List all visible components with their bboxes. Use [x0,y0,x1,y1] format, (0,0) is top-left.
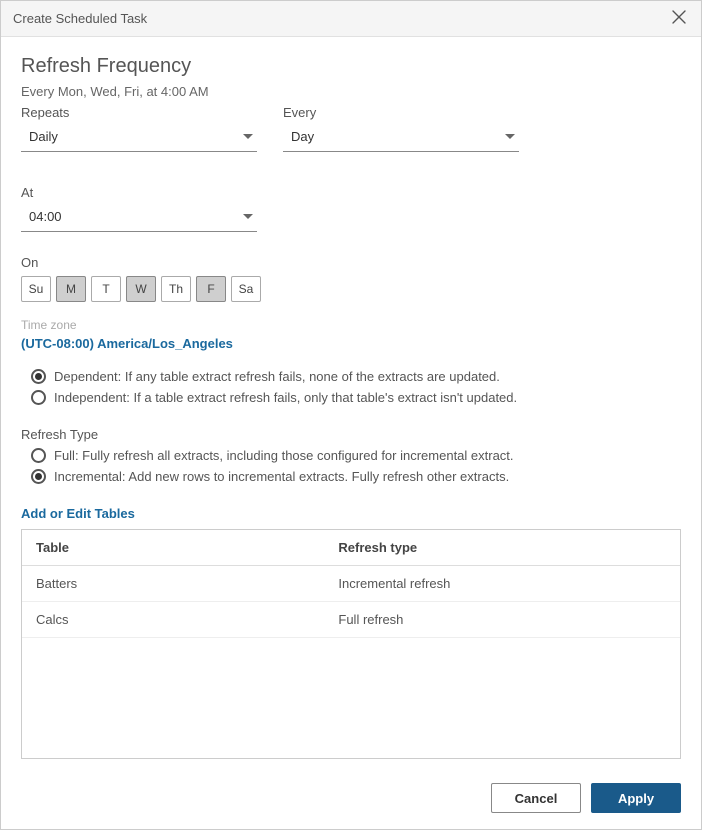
tables-list: Table Refresh type BattersIncremental re… [21,529,681,759]
day-toggle-su[interactable]: Su [21,276,51,302]
close-icon[interactable] [669,8,689,29]
add-or-edit-tables-link[interactable]: Add or Edit Tables [21,506,681,521]
schedule-summary: Every Mon, Wed, Fri, at 4:00 AM [21,84,681,99]
dependency-radio-group: Dependent: If any table extract refresh … [31,369,681,411]
day-toggle-th[interactable]: Th [161,276,191,302]
refresh-type-radio-1[interactable]: Incremental: Add new rows to incremental… [31,469,681,484]
dialog-body: Refresh Frequency Every Mon, Wed, Fri, a… [1,37,701,771]
every-select[interactable]: Day [283,122,519,152]
radio-icon [31,469,46,484]
dependency-radio-1[interactable]: Independent: If a table extract refresh … [31,390,681,405]
chevron-down-icon [243,134,253,139]
day-toggle-w[interactable]: W [126,276,156,302]
radio-icon [31,448,46,463]
day-toggle-sa[interactable]: Sa [231,276,261,302]
chevron-down-icon [243,214,253,219]
dependency-radio-0[interactable]: Dependent: If any table extract refresh … [31,369,681,384]
repeats-label: Repeats [21,105,257,120]
table-cell-refresh-type: Full refresh [338,612,666,627]
day-toggle-f[interactable]: F [196,276,226,302]
on-label: On [21,255,681,270]
table-cell-name: Calcs [36,612,338,627]
dialog-titlebar: Create Scheduled Task [1,1,701,37]
timezone-link[interactable]: (UTC-08:00) America/Los_Angeles [21,336,681,351]
every-field: Every Day [283,105,519,152]
radio-label: Independent: If a table extract refresh … [54,390,517,405]
table-row[interactable]: CalcsFull refresh [22,602,680,638]
apply-button[interactable]: Apply [591,783,681,813]
table-header-table: Table [36,540,338,555]
every-label: Every [283,105,519,120]
cancel-button[interactable]: Cancel [491,783,581,813]
every-value: Day [291,129,314,144]
table-header-row: Table Refresh type [22,530,680,566]
create-scheduled-task-dialog: Create Scheduled Task Refresh Frequency … [0,0,702,830]
table-header-refresh-type: Refresh type [338,540,666,555]
repeats-select[interactable]: Daily [21,122,257,152]
radio-label: Full: Fully refresh all extracts, includ… [54,448,514,463]
refresh-type-radio-group: Full: Fully refresh all extracts, includ… [31,448,681,490]
day-toggle-m[interactable]: M [56,276,86,302]
at-select[interactable]: 04:00 [21,202,257,232]
repeats-value: Daily [29,129,58,144]
at-value: 04:00 [29,209,62,224]
repeats-field: Repeats Daily [21,105,257,152]
table-row[interactable]: BattersIncremental refresh [22,566,680,602]
day-toggle-t[interactable]: T [91,276,121,302]
radio-icon [31,369,46,384]
days-of-week-group: SuMTWThFSa [21,276,681,302]
radio-label: Dependent: If any table extract refresh … [54,369,500,384]
dialog-title: Create Scheduled Task [13,11,147,26]
table-cell-refresh-type: Incremental refresh [338,576,666,591]
refresh-type-radio-0[interactable]: Full: Fully refresh all extracts, includ… [31,448,681,463]
chevron-down-icon [505,134,515,139]
dialog-footer: Cancel Apply [1,771,701,829]
at-label: At [21,185,257,200]
radio-icon [31,390,46,405]
timezone-label: Time zone [21,318,681,332]
table-cell-name: Batters [36,576,338,591]
heading-refresh-frequency: Refresh Frequency [21,55,681,78]
radio-label: Incremental: Add new rows to incremental… [54,469,509,484]
at-field: At 04:00 [21,185,257,232]
refresh-type-label: Refresh Type [21,427,681,442]
